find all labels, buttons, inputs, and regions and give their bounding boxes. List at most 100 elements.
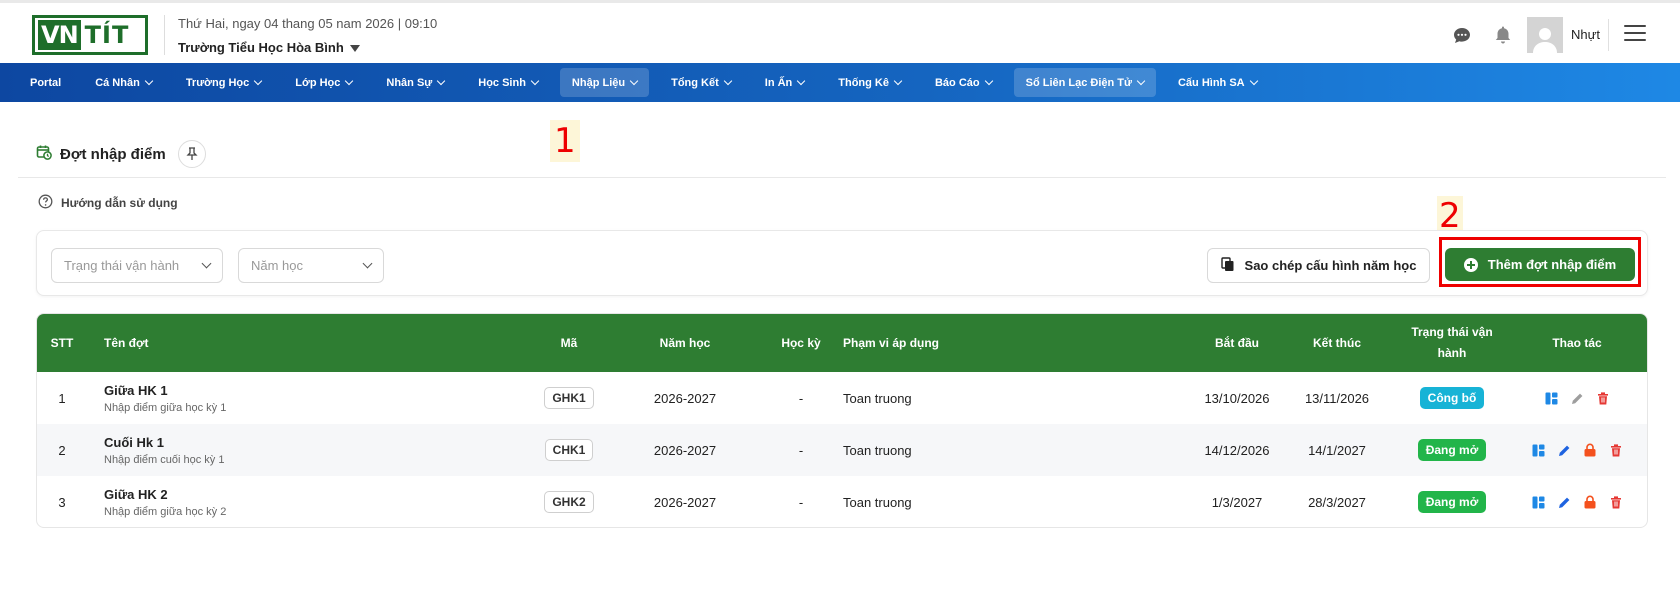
copy-button-label: Sao chép cấu hình năm học [1244, 258, 1417, 273]
cell-stt: 3 [58, 494, 66, 510]
cell-status: Đang mở [1397, 476, 1507, 527]
help-link[interactable]: Hướng dẫn sử dụng [38, 194, 178, 212]
copy-year-config-button[interactable]: Sao chép cấu hình năm học [1207, 248, 1430, 283]
cell-end: 28/3/2027 [1308, 494, 1366, 510]
nav-item-label: Cấu Hình SA [1177, 76, 1245, 89]
nav-item-label: Thống Kê [838, 76, 889, 89]
nav-item-0[interactable]: Portal [18, 68, 73, 97]
delete-icon[interactable] [1596, 391, 1610, 405]
cell-scope: Toan truong [843, 494, 912, 510]
nav-item-12[interactable]: Cấu Hình SA [1166, 68, 1269, 97]
nav-item-5[interactable]: Học Sinh [466, 68, 550, 97]
school-name: Trường Tiểu Học Hòa Bình [178, 40, 344, 55]
add-grading-period-button[interactable]: Thêm đợt nhập điểm [1445, 248, 1635, 281]
cell-scope: Toan truong [843, 390, 912, 406]
cell-name: Giữa HK 2 Nhập điểm giữa học kỳ 2 [104, 476, 504, 527]
cell-end: 13/11/2026 [1304, 390, 1370, 406]
header-end: Kết thúc [1313, 335, 1361, 350]
user-name[interactable]: Nhựt [1571, 27, 1600, 42]
nav-item-6[interactable]: Nhập Liệu [559, 68, 650, 97]
period-description: Nhập điểm cuối học kỳ 1 [104, 453, 225, 466]
delete-icon[interactable] [1609, 443, 1623, 457]
grading-periods-table: STT Tên đợt Mã Năm học Học kỳ Phạm vi áp… [36, 313, 1648, 528]
nav-item-label: Lớp Học [295, 76, 341, 89]
question-circle-icon [38, 194, 53, 212]
chevron-down-icon [893, 76, 903, 86]
header-year: Năm học [659, 335, 711, 350]
status-filter-select[interactable]: Trạng thái vận hành [51, 248, 223, 283]
period-name: Giữa HK 1 [104, 382, 168, 398]
table-row[interactable]: 1 Giữa HK 1 Nhập điểm giữa học kỳ 1 GHK1 202… [37, 372, 1647, 424]
chevron-down-icon [797, 76, 806, 86]
header-start: Bắt đầu [1214, 335, 1259, 350]
header-separator [1608, 19, 1609, 51]
row-actions [1531, 495, 1623, 509]
nav-item-8[interactable]: In Ấn [753, 68, 817, 97]
chat-icon[interactable] [1451, 25, 1473, 47]
layout-icon[interactable] [1531, 443, 1545, 457]
hamburger-menu-icon[interactable] [1624, 25, 1646, 43]
cell-stt: 1 [58, 390, 66, 406]
cell-term: - [798, 442, 804, 458]
school-selector[interactable]: Trường Tiểu Học Hòa Bình [178, 40, 360, 55]
header-code: Mã [560, 335, 578, 350]
edit-icon[interactable] [1557, 495, 1571, 509]
cell-year: 2026-2027 [653, 390, 717, 406]
lock-icon[interactable] [1583, 443, 1597, 457]
row-actions [1531, 443, 1623, 457]
cell-start: 1/3/2027 [1211, 494, 1263, 510]
annotation-marker-1: 1 [550, 120, 580, 162]
table-header: STT Tên đợt Mã Năm học Học kỳ Phạm vi áp… [37, 314, 1647, 372]
cell-actions [1527, 476, 1627, 527]
table-row[interactable]: 3 Giữa HK 2 Nhập điểm giữa học kỳ 2 GHK2 202… [37, 476, 1647, 527]
page-title: Đợt nhập điểm [60, 145, 166, 163]
nav-item-4[interactable]: Nhân Sự [374, 68, 456, 97]
bell-icon[interactable] [1492, 24, 1514, 46]
nav-item-3[interactable]: Lớp Học [283, 68, 364, 97]
chevron-down-icon [1249, 76, 1258, 86]
nav-item-1[interactable]: Cá Nhân [83, 68, 164, 97]
cell-scope: Toan truong [843, 442, 912, 458]
delete-icon[interactable] [1609, 495, 1623, 509]
nav-item-2[interactable]: Trường Học [174, 68, 273, 97]
nav-item-11[interactable]: Sổ Liên Lạc Điện Tử [1013, 68, 1156, 97]
nav-item-label: Nhập Liệu [571, 76, 626, 89]
pin-button[interactable] [177, 140, 206, 168]
nav-item-10[interactable]: Báo Cáo [923, 68, 1004, 97]
nav-item-label: Trường Học [185, 76, 250, 89]
header-status-line1: Trạng thái vận [1411, 325, 1493, 339]
nav-item-label: Nhân Sự [386, 76, 433, 89]
chevron-down-icon [723, 76, 733, 86]
title-divider [18, 177, 1666, 178]
edit-icon[interactable] [1557, 443, 1571, 457]
cell-term: - [798, 390, 804, 406]
year-filter-select[interactable]: Năm học [238, 248, 384, 283]
cell-year: 2026-2027 [653, 442, 717, 458]
nav-item-label: Tổng Kết [671, 76, 719, 89]
period-description: Nhập điểm giữa học kỳ 2 [104, 505, 227, 518]
add-button-label: Thêm đợt nhập điểm [1487, 257, 1617, 272]
chevron-down-icon [629, 76, 639, 86]
nav-item-9[interactable]: Thống Kê [826, 68, 913, 97]
header-divider [164, 15, 165, 55]
status-badge: Công bố [1419, 387, 1485, 409]
filter-bar: Trạng thái vận hành Năm học Sao chép cấu… [36, 230, 1648, 296]
layout-icon[interactable] [1531, 495, 1545, 509]
cell-code: GHK1 [534, 372, 604, 424]
code-chip: CHK1 [544, 439, 594, 461]
layout-icon[interactable] [1544, 391, 1558, 405]
cell-status: Công bố [1397, 372, 1507, 424]
edit-icon[interactable] [1570, 391, 1584, 405]
table-row[interactable]: 2 Cuối Hk 1 Nhập điểm cuối học kỳ 1 CHK1 202… [37, 424, 1647, 476]
lock-icon[interactable] [1583, 495, 1597, 509]
period-name: Cuối Hk 1 [104, 434, 164, 450]
status-filter-placeholder: Trạng thái vận hành [64, 258, 180, 273]
app-logo[interactable]: VN TÍT [32, 15, 148, 55]
avatar[interactable] [1527, 17, 1563, 53]
header-status-line2: hành [1437, 346, 1467, 360]
period-name: Giữa HK 2 [104, 486, 168, 502]
nav-item-7[interactable]: Tổng Kết [659, 68, 743, 97]
cell-term: - [798, 494, 804, 510]
chevron-down-icon [984, 76, 993, 86]
header-datetime: Thứ Hai, ngay 04 thang 05 nam 2026 | 09:… [178, 16, 438, 31]
